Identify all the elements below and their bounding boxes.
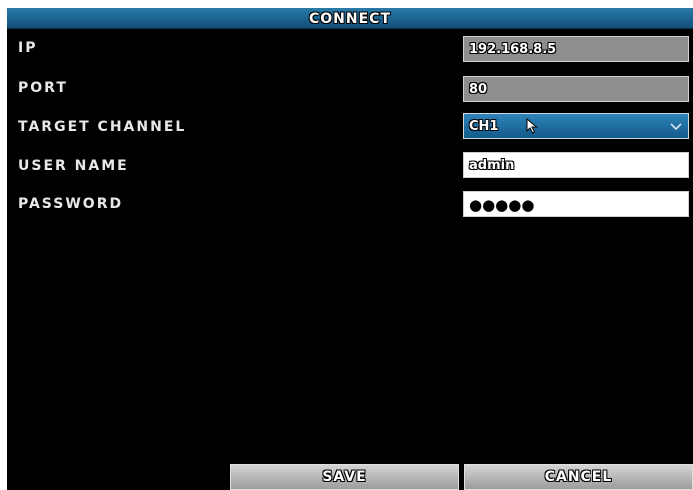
target-channel-value: CH1: [469, 119, 499, 134]
chevron-down-icon[interactable]: [670, 120, 682, 132]
cancel-button[interactable]: CANCEL: [464, 464, 693, 490]
port-label: PORT: [18, 80, 68, 96]
mouse-cursor-icon: [526, 118, 538, 134]
dialog-title: CONNECT: [309, 11, 391, 27]
title-bar: CONNECT: [7, 8, 693, 29]
ip-field[interactable]: 192.168.8.5: [463, 36, 689, 62]
connect-dialog: CONNECT IP 192.168.8.5 PORT 80 TARGET CH…: [7, 8, 693, 490]
ip-label: IP: [18, 40, 38, 56]
password-label: PASSWORD: [18, 196, 124, 212]
target-channel-select[interactable]: CH1: [463, 113, 689, 139]
user-name-field[interactable]: admin: [463, 152, 689, 178]
password-field[interactable]: ●●●●●: [463, 191, 689, 217]
port-field[interactable]: 80: [463, 76, 689, 102]
save-button[interactable]: SAVE: [230, 464, 459, 490]
user-name-label: USER NAME: [18, 158, 129, 174]
target-channel-label: TARGET CHANNEL: [18, 119, 187, 135]
